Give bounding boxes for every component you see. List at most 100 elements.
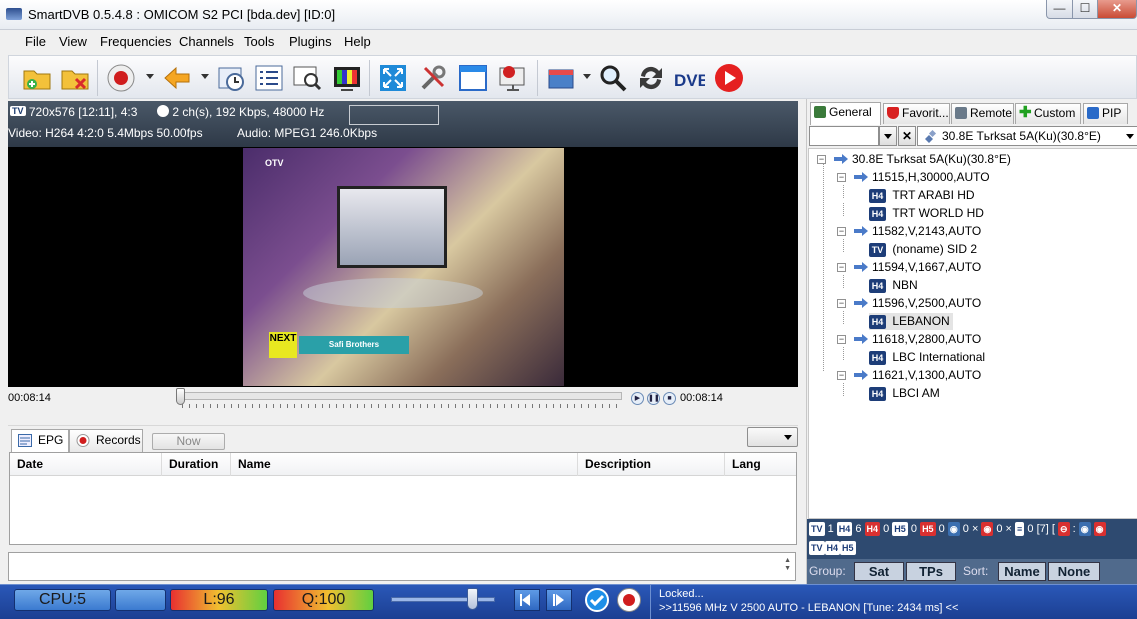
col-date[interactable]: Date	[10, 453, 162, 476]
channel-name: LBCI AM	[892, 386, 940, 400]
audio-channels-text: 2 ch(s), 192 Kbps, 48000 Hz	[172, 105, 325, 119]
collapse-icon[interactable]: −	[837, 299, 846, 308]
collapse-icon[interactable]: −	[837, 335, 846, 344]
seek-thumb[interactable]	[176, 388, 185, 405]
channel-list-icon[interactable]	[253, 62, 285, 94]
group-tps-button[interactable]: TPs	[906, 562, 956, 581]
volume-slider-thumb[interactable]	[466, 588, 478, 610]
tree-channel-selected[interactable]: H4 LEBANON	[869, 313, 953, 330]
tree-channel[interactable]: H4 TRT ARABI HD	[869, 187, 975, 204]
h5-filter-icon[interactable]: H5	[840, 541, 856, 555]
tab-custom[interactable]: ✚ Custom	[1015, 103, 1081, 124]
dvb-icon[interactable]: DVB	[673, 62, 705, 94]
checkmark-icon	[589, 594, 605, 607]
menu-view[interactable]: View	[59, 34, 87, 49]
remote-monitor-icon[interactable]	[497, 62, 529, 94]
title-bar: SmartDVB 0.5.4.8 : OMICOM S2 PCI [bda.de…	[0, 0, 1137, 30]
scheduler-icon[interactable]	[215, 62, 247, 94]
satellite-select-value: 30.8E Tьrksat 5A(Ku)(30.8°E)	[942, 129, 1101, 143]
epg-filter-dropdown[interactable]	[747, 427, 798, 447]
tv-filter-icon[interactable]: TV	[809, 541, 825, 555]
sort-name-button[interactable]: Name	[998, 562, 1046, 581]
h4-encrypted-count: 0	[883, 523, 890, 535]
scroll-arrows-icon[interactable]: ▲ ▼	[784, 557, 791, 573]
epg-icon[interactable]	[545, 62, 577, 94]
tree-channel[interactable]: H4 TRT WORLD HD	[869, 205, 984, 222]
menu-frequencies[interactable]: Frequencies	[100, 34, 172, 49]
collapse-icon[interactable]: −	[837, 227, 846, 236]
close-button[interactable]: ✕	[1097, 0, 1137, 19]
volume-slider-track[interactable]	[391, 597, 495, 602]
menu-file[interactable]: File	[25, 34, 46, 49]
menu-tools[interactable]: Tools	[244, 34, 274, 49]
collapse-icon[interactable]: −	[817, 155, 826, 164]
resolution-text: 720x576 [12:11], 4:3	[28, 105, 138, 119]
collapse-icon[interactable]: −	[837, 173, 846, 182]
menu-help[interactable]: Help	[344, 34, 371, 49]
tab-favorites[interactable]: Favorit...	[883, 103, 950, 124]
h5-encrypted-icon: H5	[920, 522, 936, 536]
collapse-icon[interactable]: −	[837, 263, 846, 272]
minimize-button[interactable]: —	[1046, 0, 1073, 19]
sort-none-button[interactable]: None	[1048, 562, 1100, 581]
channel-filter-input[interactable]	[809, 126, 879, 146]
tab-pip[interactable]: PIP	[1083, 103, 1128, 124]
tab-remote[interactable]: Remote	[951, 103, 1014, 124]
channel-tree[interactable]: − 30.8E Tьrksat 5A(Ku)(30.8°E) − 11515,H…	[808, 148, 1137, 519]
fullscreen-icon[interactable]	[377, 62, 409, 94]
prev-channel-button[interactable]	[514, 589, 540, 611]
channel-name: (noname) SID 2	[892, 242, 978, 256]
menu-plugins[interactable]: Plugins	[289, 34, 332, 49]
video-area[interactable]: OTV NEXT Safi Brothers	[8, 147, 798, 387]
scan-icon[interactable]	[291, 62, 323, 94]
tab-records[interactable]: Records	[69, 429, 143, 452]
radio-filter-icon[interactable]: ◉	[1078, 522, 1091, 536]
window-icon[interactable]	[457, 62, 489, 94]
tree-channel[interactable]: H4 NBN	[869, 277, 918, 294]
epg-description-box[interactable]: ▲ ▼	[8, 552, 796, 581]
back-arrow-icon[interactable]	[161, 62, 193, 94]
col-description[interactable]: Description	[578, 453, 725, 476]
filter-dropdown-button[interactable]	[879, 126, 897, 146]
play-stream-icon[interactable]	[713, 62, 745, 94]
apply-button[interactable]	[585, 588, 609, 612]
video-frame[interactable]: OTV NEXT Safi Brothers	[243, 148, 564, 386]
play-button[interactable]: ▶	[631, 392, 644, 405]
back-dropdown-icon[interactable]	[201, 74, 209, 79]
search-icon[interactable]	[597, 62, 629, 94]
tree-channel[interactable]: TV (noname) SID 2	[869, 241, 977, 258]
open-folder-icon[interactable]	[21, 62, 53, 94]
tab-epg[interactable]: EPG	[11, 429, 69, 452]
radio-encrypted-filter-icon[interactable]: ◉	[1093, 522, 1106, 536]
stop-button[interactable]: ■	[663, 392, 676, 405]
time-total: 00:08:14	[680, 392, 723, 404]
tree-channel[interactable]: H4 LBC International	[869, 349, 985, 366]
stop-filter-icon[interactable]: ⊖	[1057, 522, 1070, 536]
group-sat-button[interactable]: Sat	[854, 562, 904, 581]
record-status-button[interactable]	[617, 588, 641, 612]
epg-table[interactable]: Date Duration Name Description Lang	[9, 452, 797, 545]
col-duration[interactable]: Duration	[162, 453, 231, 476]
transponder-label: 11594,V,1667,AUTO	[872, 260, 982, 274]
tv-icon[interactable]	[331, 62, 363, 94]
h4-filter-icon[interactable]: H4	[824, 541, 841, 555]
record-dropdown-icon[interactable]	[146, 74, 154, 79]
refresh-icon[interactable]	[635, 62, 667, 94]
maximize-button[interactable]: ☐	[1072, 0, 1098, 19]
pause-button[interactable]: ❚❚	[647, 392, 660, 405]
record-icon[interactable]	[105, 62, 137, 94]
tree-channel[interactable]: H4 LBCI AM	[869, 385, 940, 402]
menu-channels[interactable]: Channels	[179, 34, 234, 49]
epg-dropdown-icon[interactable]	[583, 74, 591, 79]
satellite-select[interactable]: 30.8E Tьrksat 5A(Ku)(30.8°E)	[917, 126, 1137, 146]
settings-tools-icon[interactable]	[417, 62, 449, 94]
tab-general[interactable]: General	[810, 102, 881, 125]
filter-clear-button[interactable]: ✕	[898, 126, 916, 146]
col-name[interactable]: Name	[231, 453, 578, 476]
col-lang[interactable]: Lang	[725, 453, 796, 476]
now-button[interactable]: Now	[152, 433, 225, 450]
collapse-icon[interactable]: −	[837, 371, 846, 380]
close-folder-icon[interactable]	[59, 62, 91, 94]
seek-track[interactable]	[182, 392, 622, 400]
next-channel-button[interactable]	[546, 589, 572, 611]
